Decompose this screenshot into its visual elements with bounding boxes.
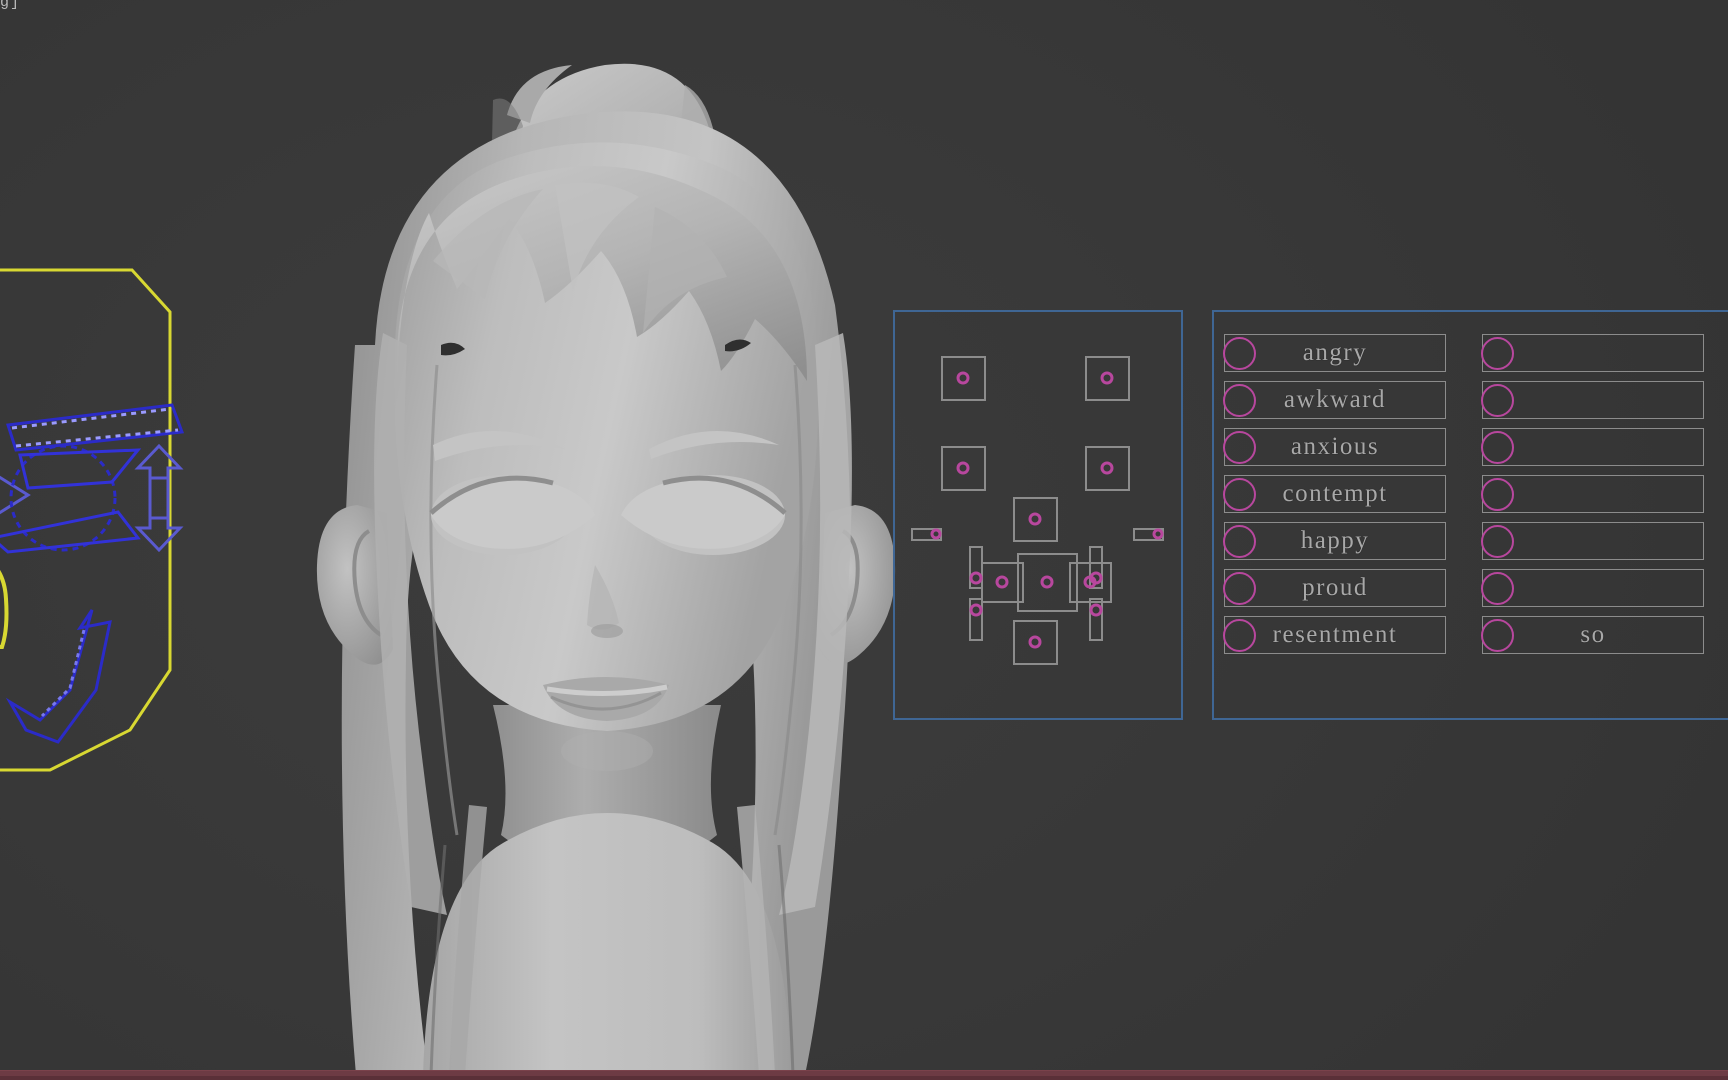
emotion-label: resentment	[1272, 621, 1398, 648]
character-model[interactable]	[255, 45, 935, 1075]
emotion-knob-icon[interactable]	[1223, 337, 1256, 370]
brow-right-handle	[1100, 371, 1114, 385]
emotion-knob-icon[interactable]	[1223, 478, 1256, 511]
emotion-row-angry[interactable]: angry	[1223, 334, 1446, 372]
cheek-left-handle	[930, 528, 942, 540]
nose-box	[1013, 497, 1058, 542]
application-root: g] angry awkward anxious contempt happy …	[0, 0, 1728, 1080]
brow-left-box	[941, 356, 986, 401]
emotion-row-2-1[interactable]	[1481, 334, 1704, 372]
emotion-label: awkward	[1283, 386, 1387, 413]
emotion-knob-icon[interactable]	[1481, 337, 1514, 370]
emotion-column-2: so	[1481, 334, 1704, 654]
mouth-center-handle	[1040, 575, 1054, 589]
emotion-knob-icon[interactable]	[1481, 431, 1514, 464]
emotion-row-2-3[interactable]	[1481, 428, 1704, 466]
emotion-row-proud[interactable]: proud	[1223, 569, 1446, 607]
emotion-row-2-5[interactable]	[1481, 522, 1704, 560]
emotion-row-contempt[interactable]: contempt	[1223, 475, 1446, 513]
viewport-status-text: g]	[0, 0, 21, 11]
emotion-knob-icon[interactable]	[1481, 525, 1514, 558]
bottom-status-strip-inner	[0, 1076, 1728, 1080]
emotion-row-2-4[interactable]	[1481, 475, 1704, 513]
emotion-row-awkward[interactable]: awkward	[1223, 381, 1446, 419]
emotion-row-2-6[interactable]	[1481, 569, 1704, 607]
emotion-knob-icon[interactable]	[1223, 525, 1256, 558]
jaw-box	[1013, 620, 1058, 665]
facial-control-board[interactable]	[893, 310, 1183, 720]
emotion-row-2-7[interactable]: so	[1481, 616, 1704, 654]
cheek-right-handle	[1152, 528, 1164, 540]
emotion-knob-icon[interactable]	[1481, 384, 1514, 417]
emotion-label: angry	[1302, 339, 1368, 366]
emotion-label: happy	[1300, 527, 1370, 554]
emotion-knob-icon[interactable]	[1481, 572, 1514, 605]
emotion-label: proud	[1302, 574, 1368, 601]
emotion-label: contempt	[1282, 480, 1388, 507]
eye-right-handle	[1100, 461, 1114, 475]
emotion-knob-icon[interactable]	[1223, 572, 1256, 605]
mouth-left-handle	[995, 575, 1009, 589]
emotion-knob-icon[interactable]	[1481, 619, 1514, 652]
eye-right-box	[1085, 446, 1130, 491]
eye-left-box	[941, 446, 986, 491]
emotion-knob-icon[interactable]	[1223, 619, 1256, 652]
emotion-column-1: angry awkward anxious contempt happy pro…	[1223, 334, 1446, 654]
jaw-handle	[1028, 635, 1042, 649]
emotion-knob-icon[interactable]	[1223, 431, 1256, 464]
nose-handle	[1028, 512, 1042, 526]
emotion-knob-icon[interactable]	[1223, 384, 1256, 417]
emotion-label: so	[1580, 621, 1606, 648]
eye-left-handle	[956, 461, 970, 475]
mouth-center-box	[1017, 553, 1078, 612]
emotion-knob-icon[interactable]	[1481, 478, 1514, 511]
brow-right-box	[1085, 356, 1130, 401]
emotion-preset-board[interactable]: angry awkward anxious contempt happy pro…	[1212, 310, 1728, 720]
emotion-row-2-2[interactable]	[1481, 381, 1704, 419]
emotion-row-anxious[interactable]: anxious	[1223, 428, 1446, 466]
cheek-sweep-control	[5, 609, 112, 744]
emotion-label: anxious	[1290, 433, 1380, 460]
vertical-arrow-control	[134, 443, 184, 553]
brow-left-handle	[956, 371, 970, 385]
emotion-row-resentment[interactable]: resentment	[1223, 616, 1446, 654]
mouth-up-left-handle	[969, 571, 983, 585]
mouth-left-box	[981, 562, 1024, 603]
bottom-status-strip	[0, 1070, 1728, 1080]
mouth-dn-right-handle	[1089, 603, 1103, 617]
nose-control	[0, 570, 9, 649]
mouth-dn-left-handle	[969, 603, 983, 617]
emotion-row-happy[interactable]: happy	[1223, 522, 1446, 560]
facial-rig-curves[interactable]	[0, 250, 280, 820]
